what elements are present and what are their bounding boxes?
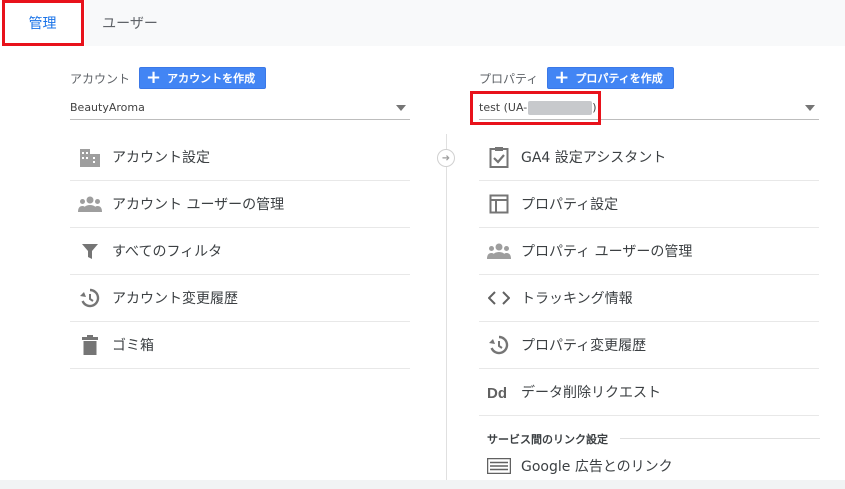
property-header-label: プロパティ: [479, 71, 539, 86]
create-property-button[interactable]: + プロパティを作成: [547, 67, 674, 89]
menu-item-trash[interactable]: ゴミ箱: [70, 322, 410, 369]
filter-icon: [78, 239, 102, 263]
users-icon: [487, 239, 511, 263]
menu-item-label: すべてのフィルタ: [112, 244, 223, 260]
menu-item-account-history[interactable]: アカウント変更履歴: [70, 275, 410, 322]
property-selected-suffix: ): [592, 101, 597, 114]
account-header-label: アカウント: [70, 71, 131, 86]
create-account-label: アカウントを作成: [167, 72, 256, 85]
menu-item-label: プロパティ設定: [521, 197, 619, 213]
menu-item-label: プロパティ変更履歴: [521, 338, 647, 354]
menu-item-label: アカウント ユーザーの管理: [112, 197, 285, 213]
property-selected-prefix: test (UA-: [479, 101, 528, 114]
menu-item-ga4-setup-assistant[interactable]: GA4 設定アシスタント: [479, 134, 819, 181]
menu-item-label: ゴミ箱: [112, 338, 154, 354]
clipboard-check-icon: [487, 145, 511, 169]
menu-item-label: プロパティ ユーザーの管理: [521, 244, 693, 260]
code-icon: [487, 286, 511, 310]
column-divider: [446, 134, 447, 480]
trash-icon: [78, 333, 102, 357]
users-icon: [78, 192, 102, 216]
svg-text:Dd: Dd: [487, 385, 507, 400]
history-icon: [487, 333, 511, 357]
building-icon: [78, 145, 102, 169]
menu-item-label: Google 広告とのリンク: [521, 459, 673, 475]
section-divider: [620, 438, 820, 439]
plus-icon: +: [554, 67, 570, 88]
menu-item-label: トラッキング情報: [521, 291, 633, 307]
bottom-strip: [0, 480, 845, 489]
dropdown-caret-icon: [805, 105, 815, 111]
tab-admin[interactable]: 管理: [0, 0, 85, 46]
menu-item-google-ads-links[interactable]: Google 広告とのリンク: [487, 456, 673, 476]
layout-icon: [487, 192, 511, 216]
redacted-id: [528, 100, 593, 115]
ads-list-icon: [487, 456, 511, 476]
tab-user[interactable]: ユーザー: [85, 0, 175, 46]
menu-item-label: アカウント設定: [112, 150, 210, 166]
menu-item-all-filters[interactable]: すべてのフィルタ: [70, 228, 410, 275]
menu-item-property-users[interactable]: プロパティ ユーザーの管理: [479, 228, 819, 275]
menu-item-tracking-info[interactable]: トラッキング情報: [479, 275, 819, 322]
menu-item-data-deletion[interactable]: Dd データ削除リクエスト: [479, 369, 819, 416]
tab-admin-label: 管理: [28, 16, 57, 32]
dropdown-caret-icon: [396, 105, 406, 111]
property-menu: GA4 設定アシスタント プロパティ設定 プロパティ ユーザーの管理 トラッキン…: [479, 134, 819, 416]
account-selected-value: BeautyAroma: [70, 101, 145, 114]
menu-item-label: データ削除リクエスト: [521, 385, 661, 401]
top-tab-bar: 管理 ユーザー: [0, 0, 845, 46]
arrow-right-icon: ➜: [437, 149, 455, 167]
property-selector[interactable]: test (UA- ): [479, 96, 819, 120]
menu-item-label: アカウント変更履歴: [112, 291, 238, 307]
menu-item-property-history[interactable]: プロパティ変更履歴: [479, 322, 819, 369]
menu-item-property-settings[interactable]: プロパティ設定: [479, 181, 819, 228]
history-icon: [78, 286, 102, 310]
dd-icon: Dd: [487, 380, 511, 404]
create-property-label: プロパティを作成: [575, 72, 663, 85]
account-selector[interactable]: BeautyAroma: [70, 96, 410, 120]
menu-item-label: GA4 設定アシスタント: [521, 150, 667, 166]
plus-icon: +: [146, 67, 162, 88]
account-menu: アカウント設定 アカウント ユーザーの管理 すべてのフィルタ アカウント変更履歴…: [70, 134, 410, 369]
section-title-product-links: サービス間のリンク設定: [487, 433, 608, 446]
tab-user-label: ユーザー: [102, 16, 158, 32]
menu-item-account-users[interactable]: アカウント ユーザーの管理: [70, 181, 410, 228]
account-header: アカウント + アカウントを作成: [70, 67, 267, 89]
create-account-button[interactable]: + アカウントを作成: [139, 67, 267, 89]
property-header: プロパティ + プロパティを作成: [479, 67, 674, 89]
menu-item-account-settings[interactable]: アカウント設定: [70, 134, 410, 181]
